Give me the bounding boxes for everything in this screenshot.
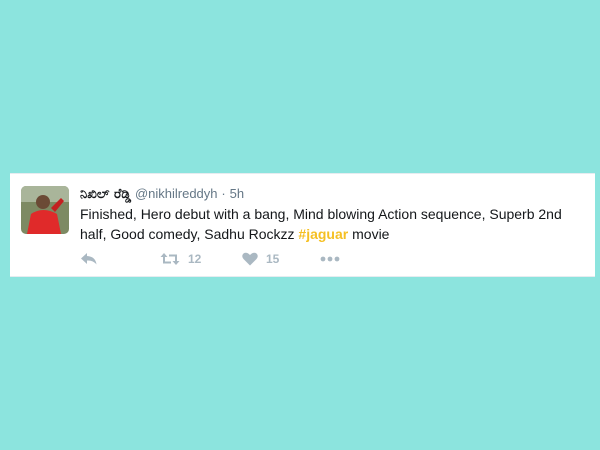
retweet-button[interactable]: 12 xyxy=(160,249,201,269)
reply-button[interactable] xyxy=(80,249,98,269)
retweet-count: 12 xyxy=(188,252,202,266)
like-button[interactable]: 15 xyxy=(242,249,279,269)
heart-icon xyxy=(242,252,258,266)
separator-dot: · xyxy=(221,186,226,201)
user-handle[interactable]: @nikhilreddyh xyxy=(135,186,218,201)
tweet-card: ನಿಖಿಲ್ ರೆಡ್ಡಿ @nikhilreddyh · 5h Finishe… xyxy=(10,173,595,277)
tweet-actions: 12 15 xyxy=(80,249,480,269)
like-count: 15 xyxy=(266,252,280,266)
timestamp[interactable]: 5h xyxy=(230,186,244,201)
retweet-icon xyxy=(160,253,180,265)
hashtag-link[interactable]: #jaguar xyxy=(298,226,348,242)
tweet-text-end: movie xyxy=(348,226,390,242)
more-button[interactable] xyxy=(320,249,340,269)
tweet-text: Finished, Hero debut with a bang, Mind b… xyxy=(80,204,590,244)
more-icon xyxy=(320,256,340,262)
tweet-header: ನಿಖಿಲ್ ರೆಡ್ಡಿ @nikhilreddyh · 5h xyxy=(80,184,244,204)
display-name[interactable]: ನಿಖಿಲ್ ರೆಡ್ಡಿ xyxy=(80,187,131,202)
avatar[interactable] xyxy=(21,186,69,234)
reply-icon xyxy=(81,253,97,265)
